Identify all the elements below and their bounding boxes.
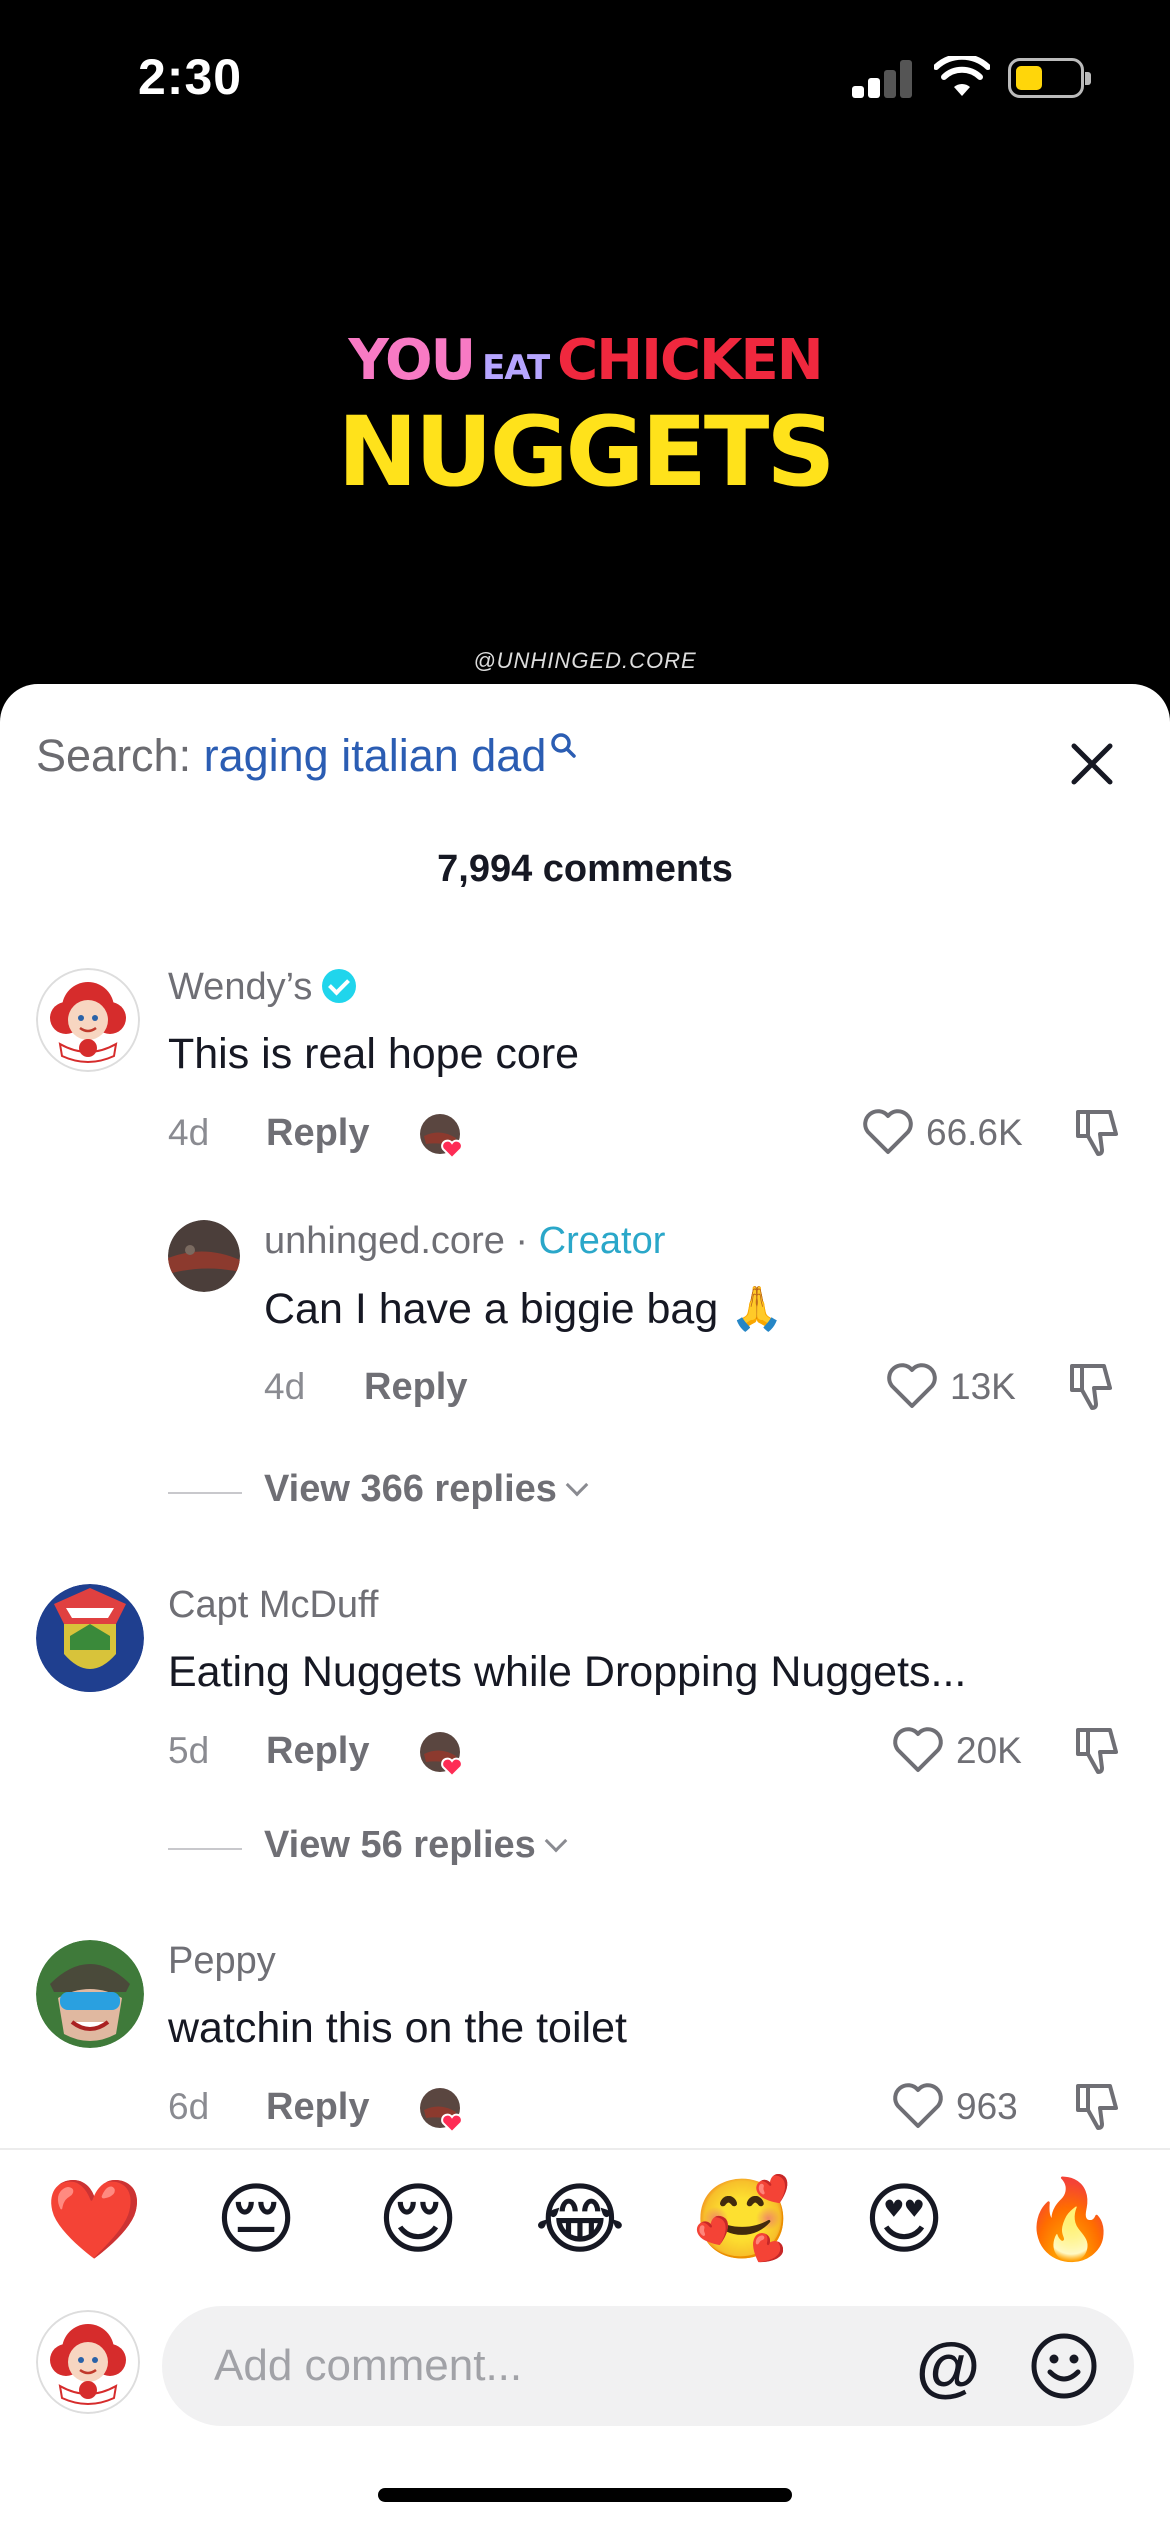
comment-age: 6d	[168, 2086, 210, 2127]
like-count: 66.6K	[926, 1112, 1023, 1153]
creator-liked-badge-icon	[420, 1114, 463, 1160]
comment-username[interactable]: Peppy	[168, 1940, 276, 1983]
fire-emoji-button[interactable]: 🔥	[1020, 2170, 1120, 2270]
mention-at-button[interactable]: @	[912, 2330, 984, 2402]
comment-age: 5d	[168, 1730, 210, 1771]
verified-badge-icon	[322, 968, 357, 1003]
like-count: 963	[956, 2086, 1018, 2127]
avatar[interactable]	[36, 1584, 144, 1692]
avatar[interactable]	[168, 1220, 240, 1292]
view-replies-button[interactable]: View 366 replies	[264, 1468, 589, 1511]
relieved-face-emoji-button[interactable]: 😌	[368, 2170, 468, 2270]
video-word-eat: EAT	[482, 348, 550, 388]
comment-username[interactable]: Capt McDuff	[168, 1584, 378, 1627]
chevron-down-icon	[544, 1829, 568, 1853]
comment-count: 7,994 comments	[437, 848, 733, 890]
red-heart-emoji-button[interactable]: ❤️	[44, 2170, 144, 2270]
divider	[168, 1848, 242, 1850]
chevron-down-icon	[565, 1473, 589, 1497]
comment-input-wrapper: @	[162, 2306, 1134, 2426]
like-count: 13K	[950, 1366, 1016, 1407]
search-query-link[interactable]: raging italian dad	[204, 730, 547, 781]
avatar[interactable]	[36, 968, 140, 1072]
username-text: unhinged.core	[264, 1220, 505, 1262]
reply-button[interactable]: Reply	[364, 1366, 467, 1409]
view-replies-label: View 366 replies	[264, 1468, 557, 1510]
comment-username[interactable]: Wendy’s	[168, 966, 357, 1009]
reply-button[interactable]: Reply	[266, 2086, 369, 2129]
status-time: 2:30	[138, 49, 243, 105]
video-word-chicken: CHICKEN	[557, 328, 823, 393]
heart-eyes-emoji-button[interactable]: 😍	[854, 2170, 954, 2270]
quick-emoji-row: ❤️ 😔 😌 😂 🥰 😍 🔥	[0, 2170, 1170, 2270]
comment-input[interactable]	[214, 2306, 854, 2426]
reply-button[interactable]: Reply	[266, 1730, 369, 1773]
battery-icon	[1008, 58, 1091, 98]
search-label: Search:	[36, 730, 192, 781]
close-icon[interactable]	[1064, 736, 1120, 792]
video-player[interactable]: YOU EAT CHICKEN NUGGETS @UNHINGED.CORE	[0, 150, 1170, 690]
comment-text: watchin this on the toilet	[168, 2004, 627, 2052]
video-watermark: @UNHINGED.CORE	[473, 648, 697, 673]
like-heart-icon[interactable]	[862, 1108, 914, 1156]
status-bar: 2:30	[0, 0, 1170, 150]
own-avatar	[36, 2310, 140, 2414]
video-caption-line1: YOU EAT CHICKEN	[0, 328, 1170, 393]
avatar[interactable]	[36, 1940, 144, 2048]
separator: ·	[504, 1220, 539, 1262]
dislike-icon[interactable]	[1072, 1724, 1124, 1776]
reply-age: 4d	[264, 1366, 306, 1407]
like-count: 20K	[956, 1730, 1022, 1771]
search-icon	[551, 733, 577, 758]
search-suggestion[interactable]: Search: raging italian dad	[36, 730, 577, 782]
creator-badge: Creator	[538, 1220, 666, 1262]
dislike-icon[interactable]	[1066, 1360, 1118, 1412]
cellular-signal-icon	[852, 58, 916, 98]
view-replies-label: View 56 replies	[264, 1824, 536, 1866]
reply-text: Can I have a biggie bag 🙏	[264, 1285, 784, 1333]
comment-composer-bar: ❤️ 😔 😌 😂 🥰 😍 🔥 @	[0, 2148, 1170, 2532]
comment-text: Eating Nuggets while Dropping Nuggets...	[168, 1648, 967, 1696]
smiling-hearts-emoji-button[interactable]: 🥰	[692, 2170, 792, 2270]
comment-text: This is real hope core	[168, 1030, 580, 1078]
dislike-icon[interactable]	[1072, 1106, 1124, 1158]
view-replies-button[interactable]: View 56 replies	[264, 1824, 568, 1867]
like-heart-icon[interactable]	[892, 2082, 944, 2130]
video-word-you: YOU	[348, 328, 476, 393]
home-indicator[interactable]	[378, 2488, 792, 2502]
emoji-picker-icon[interactable]	[1028, 2330, 1100, 2402]
like-heart-icon[interactable]	[892, 1726, 944, 1774]
pensive-face-emoji-button[interactable]: 😔	[206, 2170, 306, 2270]
username-text: Wendy’s	[168, 966, 313, 1008]
wifi-icon	[934, 56, 990, 96]
reply-button[interactable]: Reply	[266, 1112, 369, 1155]
comment-age: 4d	[168, 1112, 210, 1153]
like-heart-icon[interactable]	[886, 1362, 938, 1410]
creator-liked-badge-icon	[420, 1732, 463, 1778]
divider	[168, 1492, 242, 1494]
creator-liked-badge-icon	[420, 2088, 463, 2134]
video-caption-line2: NUGGETS	[337, 396, 835, 508]
reply-username[interactable]: unhinged.core · Creator	[264, 1220, 665, 1263]
dislike-icon[interactable]	[1072, 2080, 1124, 2132]
tears-of-joy-emoji-button[interactable]: 😂	[530, 2170, 630, 2270]
